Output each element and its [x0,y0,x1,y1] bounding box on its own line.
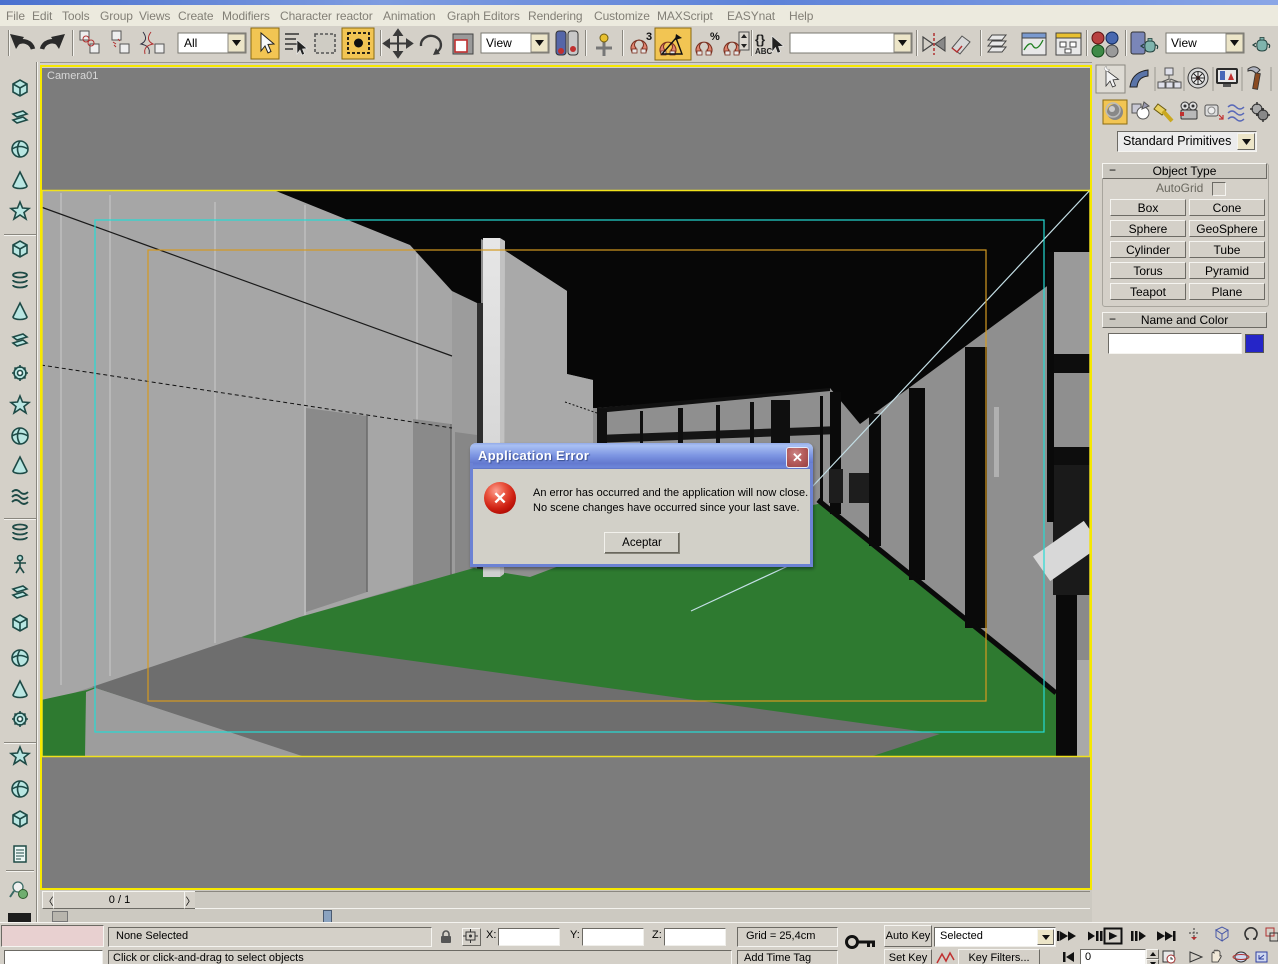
svg-text:ABC: ABC [755,47,773,56]
svg-text:View: View [1171,36,1197,50]
svg-text:3: 3 [646,31,652,43]
svg-text:Camera01: Camera01 [47,70,98,82]
svg-text:%: % [710,31,720,43]
svg-text:{}: {} [755,32,765,47]
svg-text:All: All [184,36,197,50]
svg-text:View: View [486,36,512,50]
